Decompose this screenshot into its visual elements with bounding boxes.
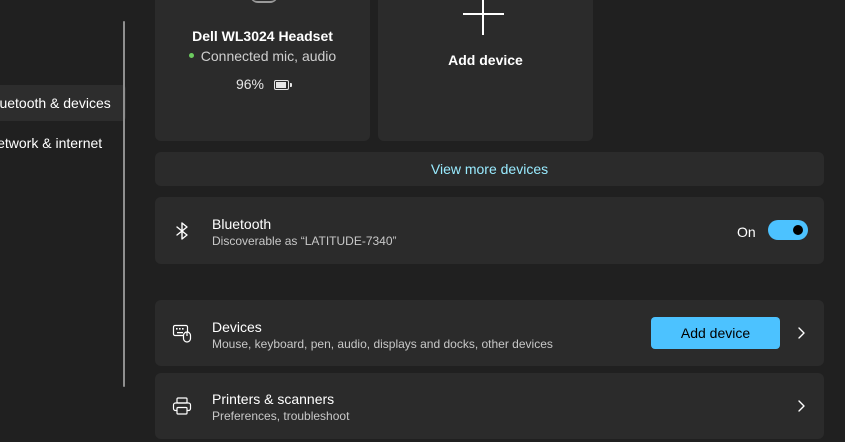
devices-title: Devices: [212, 319, 262, 335]
battery-icon: [274, 80, 293, 91]
plus-icon: [463, 0, 504, 35]
sidebar-item-label: Network & internet: [0, 135, 103, 151]
chevron-right-icon[interactable]: [796, 326, 806, 340]
chevron-right-icon[interactable]: [796, 399, 806, 413]
sidebar-item-bluetooth-devices[interactable]: Bluetooth & devices: [0, 85, 126, 121]
device-status: Connected mic, audio: [155, 48, 370, 64]
sidebar-item-network-internet[interactable]: Network & internet: [0, 125, 126, 161]
toggle-knob: [793, 225, 803, 235]
add-device-card[interactable]: Add device: [378, 0, 593, 141]
battery-status: 96%: [155, 76, 370, 92]
bluetooth-toggle[interactable]: [768, 220, 808, 240]
bluetooth-title: Bluetooth: [212, 216, 272, 232]
battery-percentage: 96%: [235, 76, 265, 92]
printers-scanners-setting-row[interactable]: Printers & scanners Preferences, trouble…: [155, 373, 824, 439]
sidebar: Bluetooth & devices Network & internet: [0, 0, 126, 442]
sidebar-scrollbar[interactable]: [123, 21, 125, 387]
device-name: Dell WL3024 Headset: [192, 28, 333, 44]
add-device-card-label: Add device: [448, 52, 523, 68]
printers-scanners-title: Printers & scanners: [212, 391, 335, 407]
sidebar-item-label: Bluetooth & devices: [0, 95, 111, 111]
devices-subtitle: Mouse, keyboard, pen, audio, displays an…: [212, 337, 553, 351]
view-more-devices-label: View more devices: [430, 161, 549, 177]
printer-icon: [172, 397, 192, 415]
view-more-devices-button[interactable]: View more devices: [155, 152, 824, 186]
bluetooth-toggle-label: On: [737, 224, 756, 240]
printers-scanners-subtitle: Preferences, troubleshoot: [212, 409, 350, 423]
bluetooth-subtitle: Discoverable as “LATITUDE-7340”: [212, 234, 397, 248]
bluetooth-icon: [176, 222, 188, 240]
add-device-button[interactable]: Add device: [651, 317, 780, 349]
device-status-text: Connected mic, audio: [200, 48, 337, 64]
keyboard-mouse-icon: [172, 324, 192, 343]
device-card-headset[interactable]: Dell WL3024 Headset Connected mic, audio…: [155, 0, 370, 141]
headset-icon: [250, 0, 278, 3]
devices-setting-row[interactable]: Devices Mouse, keyboard, pen, audio, dis…: [155, 300, 824, 366]
connected-dot-icon: [188, 52, 194, 58]
bluetooth-setting-row: Bluetooth Discoverable as “LATITUDE-7340…: [155, 197, 824, 264]
